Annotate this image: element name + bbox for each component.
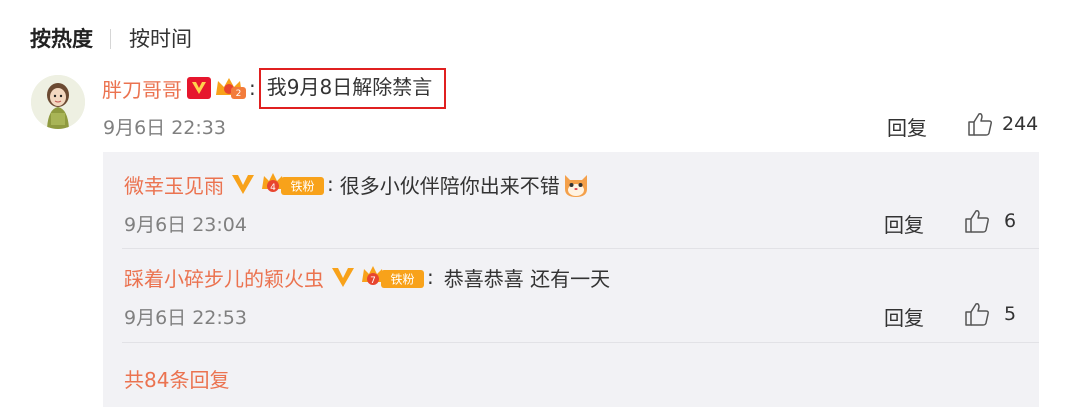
thumbs-up-icon	[965, 303, 989, 326]
reply-time: 9月6日 22:53	[124, 307, 247, 329]
comment-reply-button[interactable]: 回复	[887, 112, 927, 141]
reply-like-count: 6	[1004, 210, 1017, 232]
vip-v-icon	[187, 77, 211, 99]
sort-by-time-tab[interactable]: 按时间	[129, 24, 192, 54]
reply-like-button[interactable]: 6	[964, 208, 1016, 234]
sort-by-hot-tab[interactable]: 按热度	[30, 24, 93, 54]
reply-like-button[interactable]: 5	[964, 301, 1016, 327]
avatar-image	[31, 75, 85, 129]
reply-text: 很多小伙伴陪你出来不错	[339, 173, 560, 198]
svg-text:铁粉: 铁粉	[290, 180, 314, 194]
reply-text: 恭喜恭喜 还有一天	[443, 266, 611, 291]
cat-emoji-icon	[561, 169, 591, 199]
thumbs-up-icon	[968, 113, 992, 136]
svg-text:4: 4	[270, 183, 276, 193]
svg-text:7: 7	[370, 276, 376, 286]
sort-bar: 按热度 按时间	[30, 24, 192, 54]
comment-like-count: 244	[1002, 113, 1039, 135]
reply-author[interactable]: 微幸玉见雨	[124, 170, 224, 199]
reply-reply-button[interactable]: 回复	[884, 302, 924, 331]
fan-badge: 4 铁粉	[260, 171, 326, 197]
reply-header: 踩着小碎步儿的颖火虫 7 铁粉 : 恭喜恭喜 还有一天	[124, 261, 610, 293]
reply-colon: :	[427, 265, 434, 289]
crown-level-icon: 2	[214, 75, 248, 101]
comment-time: 9月6日 22:33	[103, 117, 226, 139]
avatar[interactable]	[31, 75, 85, 129]
svg-text:铁粉: 铁粉	[390, 273, 414, 287]
reply-author[interactable]: 踩着小碎步儿的颖火虫	[124, 263, 324, 292]
fan-badge: 7 铁粉	[360, 264, 426, 290]
sort-divider	[110, 29, 111, 49]
reply-panel: 微幸玉见雨 4 铁粉 : 很多小伙伴陪你出来不错 9月6日 23:04 回复 6…	[103, 152, 1039, 407]
reply-divider	[122, 342, 1039, 343]
reply-colon: :	[327, 172, 334, 196]
vip-v-icon	[329, 264, 357, 290]
comment-author[interactable]: 胖刀哥哥	[102, 74, 182, 103]
reply-header: 微幸玉见雨 4 铁粉 : 很多小伙伴陪你出来不错	[124, 168, 591, 200]
more-replies-link[interactable]: 共84条回复	[124, 364, 229, 393]
vip-v-icon	[229, 171, 257, 197]
reply-divider	[122, 248, 1039, 249]
reply-reply-button[interactable]: 回复	[884, 209, 924, 238]
comment-like-button[interactable]: 244	[967, 111, 1038, 137]
comment-text: 我9月8日解除禁言	[266, 74, 433, 99]
highlighted-comment-box: 我9月8日解除禁言	[258, 67, 447, 109]
svg-text:2: 2	[236, 89, 242, 99]
thumbs-up-icon	[965, 210, 989, 233]
reply-time: 9月6日 23:04	[124, 214, 247, 236]
comment-header: 胖刀哥哥 2 : 我9月8日解除禁言	[102, 67, 447, 109]
comment-colon: :	[249, 76, 256, 100]
reply-like-count: 5	[1004, 303, 1017, 325]
